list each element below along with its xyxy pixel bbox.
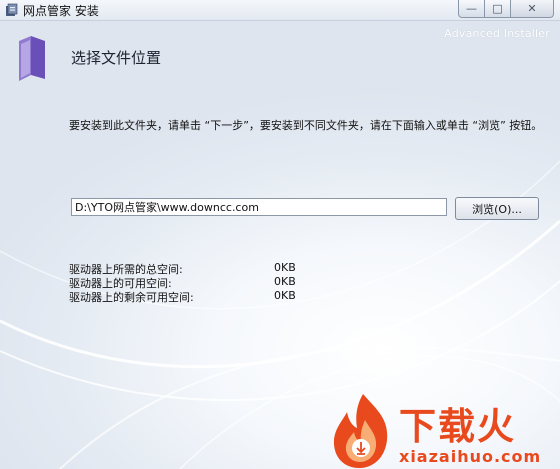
browse-button[interactable]: 浏览(O)... xyxy=(455,197,539,220)
close-button[interactable]: ✕ xyxy=(511,0,554,18)
window-title: 网点管家 安装 xyxy=(23,4,99,18)
disk-space-label: 驱动器上的剩余可用空间: xyxy=(69,291,194,304)
site-logo: 下载火 xiazaihuo.com xyxy=(327,390,560,469)
flame-icon xyxy=(333,394,388,468)
instruction-text: 要安装到此文件夹，请单击 “下一步”，要安装到不同文件夹，请在下面输入或单击 “… xyxy=(69,119,543,132)
disk-space-value: 0KB xyxy=(274,261,296,274)
title-bar[interactable]: 网点管家 安装 — □ ✕ xyxy=(0,0,560,21)
disk-space-value: 0KB xyxy=(274,289,296,302)
folder-icon xyxy=(19,36,45,81)
install-path-input[interactable] xyxy=(71,198,447,216)
minimize-button[interactable]: — xyxy=(458,0,485,18)
maximize-button[interactable]: □ xyxy=(485,0,511,18)
installer-app-icon xyxy=(6,3,18,16)
page-heading: 选择文件位置 xyxy=(71,49,162,67)
wizard-panel: 选择文件位置 Advanced Installer 要安装到此文件夹，请单击 “… xyxy=(0,21,560,469)
window-controls: — □ ✕ xyxy=(458,0,554,18)
logo-url: xiazaihuo.com xyxy=(399,447,542,466)
logo-text: 下载火 xyxy=(399,405,516,448)
installer-watermark: Advanced Installer xyxy=(444,27,550,40)
disk-space-value: 0KB xyxy=(274,275,296,288)
